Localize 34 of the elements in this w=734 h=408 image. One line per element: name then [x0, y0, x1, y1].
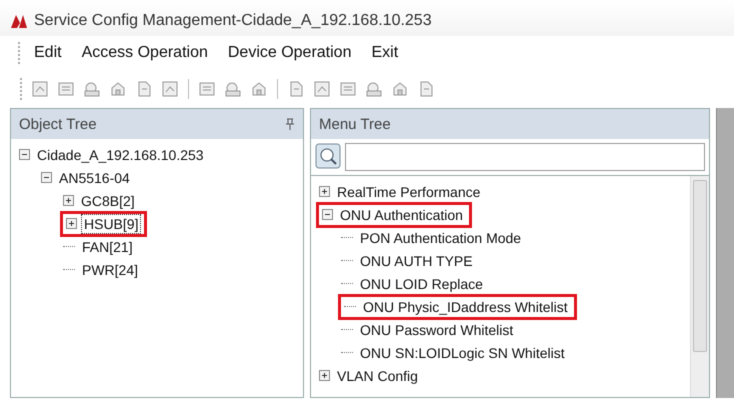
expand-icon[interactable]: [319, 186, 330, 197]
tree-item[interactable]: AN5516-04: [56, 168, 133, 188]
tree-item[interactable]: ONU Authentication: [337, 204, 466, 224]
menu-item[interactable]: Device Operation: [220, 40, 360, 66]
tree-item[interactable]: RealTime Performance: [334, 182, 484, 202]
tree-item[interactable]: Cidade_A_192.168.10.253: [34, 144, 207, 164]
collapse-icon[interactable]: [19, 149, 30, 160]
menu-item[interactable]: Exit: [363, 40, 406, 66]
app-logo-icon: [10, 13, 28, 29]
tree-item[interactable]: VLAN Config: [334, 366, 421, 386]
tree-item[interactable]: FAN[21]: [79, 236, 136, 256]
tree-item[interactable]: ONU Password Whitelist: [357, 320, 516, 340]
expand-icon[interactable]: [63, 195, 74, 206]
pin-icon[interactable]: [285, 118, 295, 130]
panel-title: Object Tree: [19, 116, 97, 132]
expand-icon[interactable]: [66, 218, 77, 229]
tree-item[interactable]: HSUB[9]: [81, 214, 142, 234]
tree-item[interactable]: PON Authentication Mode: [357, 228, 524, 248]
search-icon[interactable]: [315, 143, 341, 169]
scrollbar[interactable]: [690, 176, 709, 397]
panel-title: Menu Tree: [319, 116, 391, 132]
tree-item[interactable]: ONU AUTH TYPE: [357, 250, 476, 270]
tree-item[interactable]: PWR[24]: [79, 260, 142, 280]
tree-item[interactable]: ONU SN:LOIDLogic SN Whitelist: [357, 342, 568, 362]
window-title: Service Config Management-Cidade_A_192.168.10.253: [34, 12, 432, 30]
menu-item[interactable]: Edit: [26, 40, 70, 66]
tree-item[interactable]: GC8B[2]: [78, 190, 138, 210]
collapse-icon[interactable]: [41, 172, 52, 183]
search-field[interactable]: [345, 143, 705, 171]
tree-item[interactable]: ONU Physic_IDaddress Whitelist: [360, 296, 571, 316]
collapse-icon[interactable]: [322, 209, 333, 220]
tree-item[interactable]: ONU LOID Replace: [357, 274, 486, 294]
expand-icon[interactable]: [319, 370, 330, 381]
menu-item[interactable]: Access Operation: [74, 40, 216, 66]
